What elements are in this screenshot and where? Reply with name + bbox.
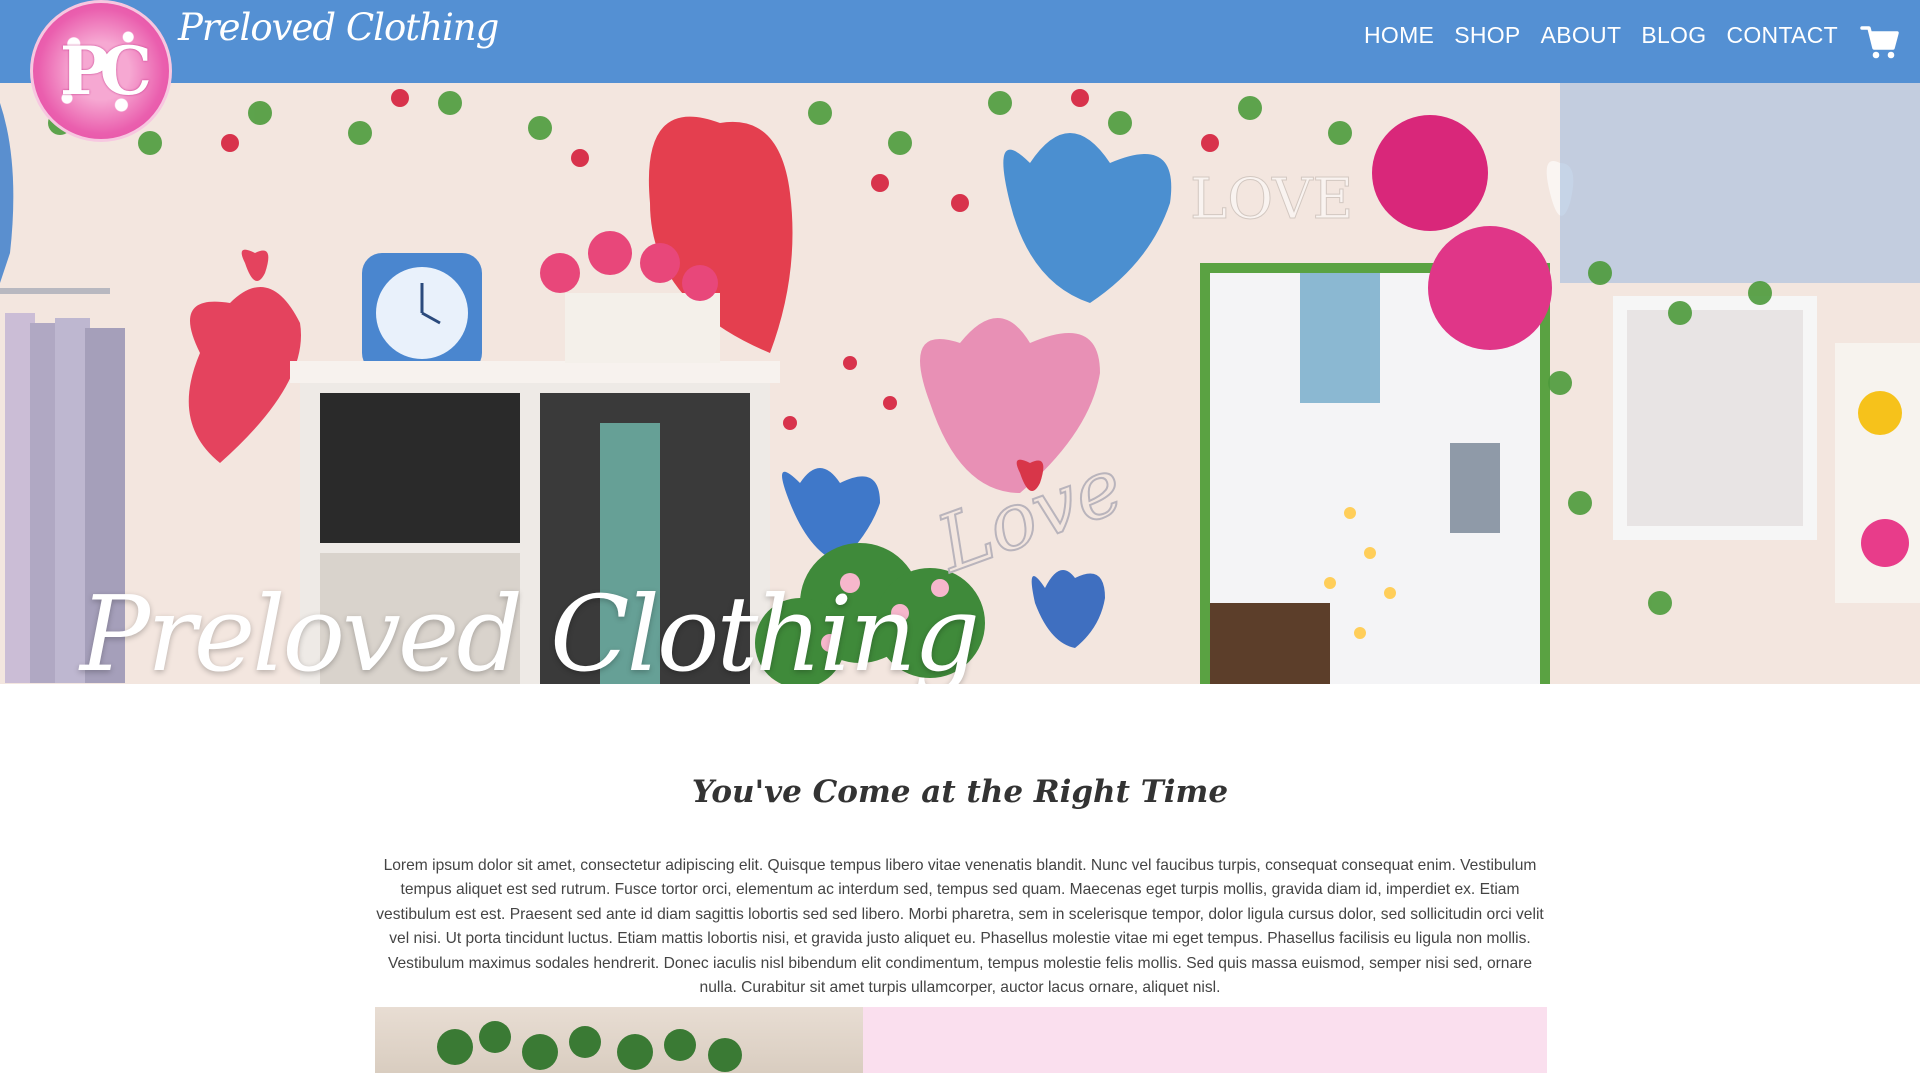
nav-blog[interactable]: BLOG: [1641, 22, 1706, 49]
nav-contact[interactable]: CONTACT: [1726, 22, 1838, 49]
shopping-cart-icon[interactable]: [1860, 22, 1900, 62]
main-nav: HOME SHOP ABOUT BLOG CONTACT: [1364, 22, 1838, 49]
nav-shop[interactable]: SHOP: [1454, 22, 1520, 49]
nav-about[interactable]: ABOUT: [1541, 22, 1622, 49]
site-header: PC Preloved Clothing HOME SHOP ABOUT BLO…: [0, 0, 1920, 142]
clock-decor: [362, 253, 482, 373]
nav-home[interactable]: HOME: [1364, 22, 1434, 49]
hero-title: Preloved Clothing: [80, 573, 980, 684]
hero-banner: LOVE Love Preloved Clothing: [0, 83, 1920, 684]
logo-monogram: PC: [59, 32, 152, 110]
logo-badge[interactable]: PC: [30, 0, 172, 142]
brand-name[interactable]: Preloved Clothing: [178, 6, 499, 49]
wall-text-love: LOVE: [1190, 167, 1353, 232]
feature-row: [375, 1007, 1547, 1073]
feature-image: [375, 1007, 863, 1073]
section-heading: You've Come at the Right Time: [691, 773, 1229, 810]
section-body: Lorem ipsum dolor sit amet, consectetur …: [376, 856, 1544, 997]
feature-panel: [863, 1007, 1547, 1073]
